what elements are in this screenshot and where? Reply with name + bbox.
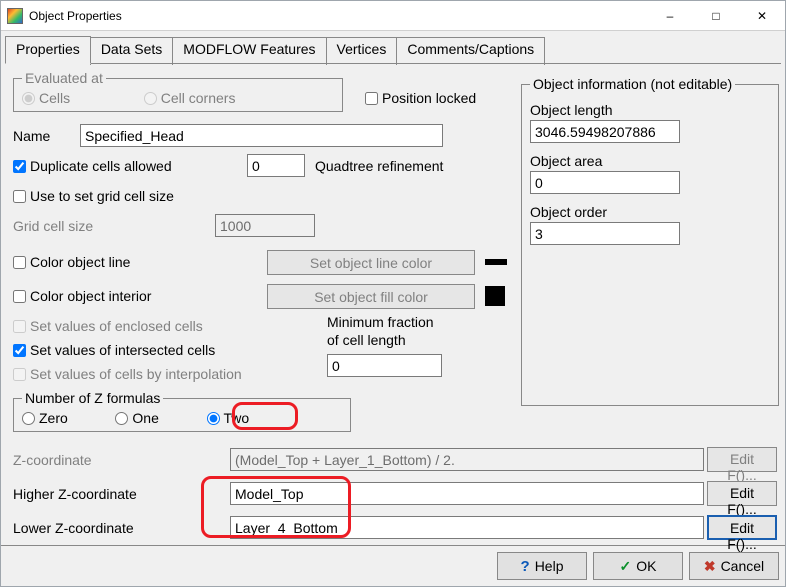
- lower-z-input[interactable]: [230, 516, 704, 539]
- dialog-footer: ?Help ✓OK ✖Cancel: [1, 545, 785, 586]
- radio-cells: Cells: [22, 90, 70, 106]
- button-editf-lower[interactable]: Edit F()...: [707, 515, 777, 540]
- group-num-z-legend: Number of Z formulas: [22, 390, 163, 406]
- checkbox-sv-intersected[interactable]: Set values of intersected cells: [13, 342, 215, 358]
- checkbox-use-grid-cell-size-input[interactable]: [13, 190, 26, 203]
- tab-properties[interactable]: Properties: [5, 36, 91, 64]
- checkbox-color-object-interior-input[interactable]: [13, 290, 26, 303]
- name-label: Name: [13, 128, 50, 144]
- quadtree-input[interactable]: [247, 154, 305, 177]
- minfrac-input[interactable]: [327, 354, 442, 377]
- object-length-label: Object length: [530, 102, 770, 118]
- app-icon: [7, 8, 23, 24]
- tab-modflow-features[interactable]: MODFLOW Features: [172, 37, 326, 65]
- object-area-value: [530, 171, 680, 194]
- window: Object Properties – □ ✕ Properties Data …: [0, 0, 786, 587]
- minfrac-label2: of cell length: [327, 332, 406, 348]
- minimize-button[interactable]: –: [647, 1, 693, 31]
- window-title: Object Properties: [29, 9, 647, 23]
- checkbox-sv-enclosed-input: [13, 320, 26, 333]
- group-object-info-legend: Object information (not editable): [530, 76, 735, 92]
- radio-cells-input: [22, 92, 35, 105]
- checkbox-sv-enclosed: Set values of enclosed cells: [13, 318, 203, 334]
- tab-comments[interactable]: Comments/Captions: [396, 37, 545, 65]
- ok-button[interactable]: ✓OK: [593, 552, 683, 580]
- quadtree-label: Quadtree refinement: [315, 158, 443, 174]
- checkbox-sv-interp-input: [13, 368, 26, 381]
- radio-z-one[interactable]: One: [115, 410, 158, 426]
- grid-cell-size-label: Grid cell size: [13, 218, 93, 234]
- close-button[interactable]: ✕: [739, 1, 785, 31]
- checkbox-sv-interp: Set values of cells by interpolation: [13, 366, 242, 382]
- group-object-info: Object information (not editable) Object…: [521, 76, 779, 406]
- tab-vertices[interactable]: Vertices: [326, 37, 398, 65]
- z-coord-input: [230, 448, 704, 471]
- button-editf-higher[interactable]: Edit F()...: [707, 481, 777, 506]
- radio-z-zero[interactable]: Zero: [22, 410, 68, 426]
- line-color-swatch: [485, 259, 507, 265]
- radio-cell-corners: Cell corners: [144, 90, 236, 106]
- object-order-label: Object order: [530, 204, 770, 220]
- object-area-label: Object area: [530, 153, 770, 169]
- object-order-value: [530, 222, 680, 245]
- help-icon: ?: [521, 558, 530, 575]
- checkbox-duplicate-cells-input[interactable]: [13, 160, 26, 173]
- z-coord-label: Z-coordinate: [13, 452, 92, 468]
- titlebar: Object Properties – □ ✕: [1, 1, 785, 31]
- checkbox-sv-intersected-input[interactable]: [13, 344, 26, 357]
- button-editf-z: Edit F()...: [707, 447, 777, 472]
- help-button[interactable]: ?Help: [497, 552, 587, 580]
- checkbox-duplicate-cells[interactable]: Duplicate cells allowed: [13, 158, 172, 174]
- group-evaluated-at-legend: Evaluated at: [22, 70, 106, 86]
- grid-cell-size-input: [215, 214, 315, 237]
- tab-data-sets[interactable]: Data Sets: [90, 37, 173, 65]
- group-evaluated-at: Evaluated at Cells Cell corners: [13, 70, 343, 112]
- radio-z-two[interactable]: Two: [207, 410, 250, 426]
- checkbox-color-object-line-input[interactable]: [13, 256, 26, 269]
- checkbox-color-object-interior[interactable]: Color object interior: [13, 288, 151, 304]
- checkbox-position-locked-input[interactable]: [365, 92, 378, 105]
- object-length-value: [530, 120, 680, 143]
- group-num-z: Number of Z formulas Zero One Two: [13, 390, 351, 432]
- radio-z-one-input[interactable]: [115, 412, 128, 425]
- radio-z-zero-input[interactable]: [22, 412, 35, 425]
- name-input[interactable]: [80, 124, 443, 147]
- button-set-line-color: Set object line color: [267, 250, 475, 275]
- higher-z-label: Higher Z-coordinate: [13, 486, 137, 502]
- radio-z-two-input[interactable]: [207, 412, 220, 425]
- x-icon: ✖: [704, 558, 716, 575]
- radio-cell-corners-input: [144, 92, 157, 105]
- tab-strip: Properties Data Sets MODFLOW Features Ve…: [1, 31, 785, 63]
- higher-z-input[interactable]: [230, 482, 704, 505]
- checkbox-color-object-line[interactable]: Color object line: [13, 254, 130, 270]
- cancel-button[interactable]: ✖Cancel: [689, 552, 779, 580]
- maximize-button[interactable]: □: [693, 1, 739, 31]
- button-set-fill-color: Set object fill color: [267, 284, 475, 309]
- checkbox-use-grid-cell-size[interactable]: Use to set grid cell size: [13, 188, 174, 204]
- tab-panel: Evaluated at Cells Cell corners Position…: [5, 63, 781, 545]
- checkbox-position-locked[interactable]: Position locked: [365, 90, 476, 106]
- check-icon: ✓: [620, 558, 632, 575]
- fill-color-swatch: [485, 286, 505, 306]
- minfrac-label1: Minimum fraction: [327, 314, 434, 330]
- lower-z-label: Lower Z-coordinate: [13, 520, 134, 536]
